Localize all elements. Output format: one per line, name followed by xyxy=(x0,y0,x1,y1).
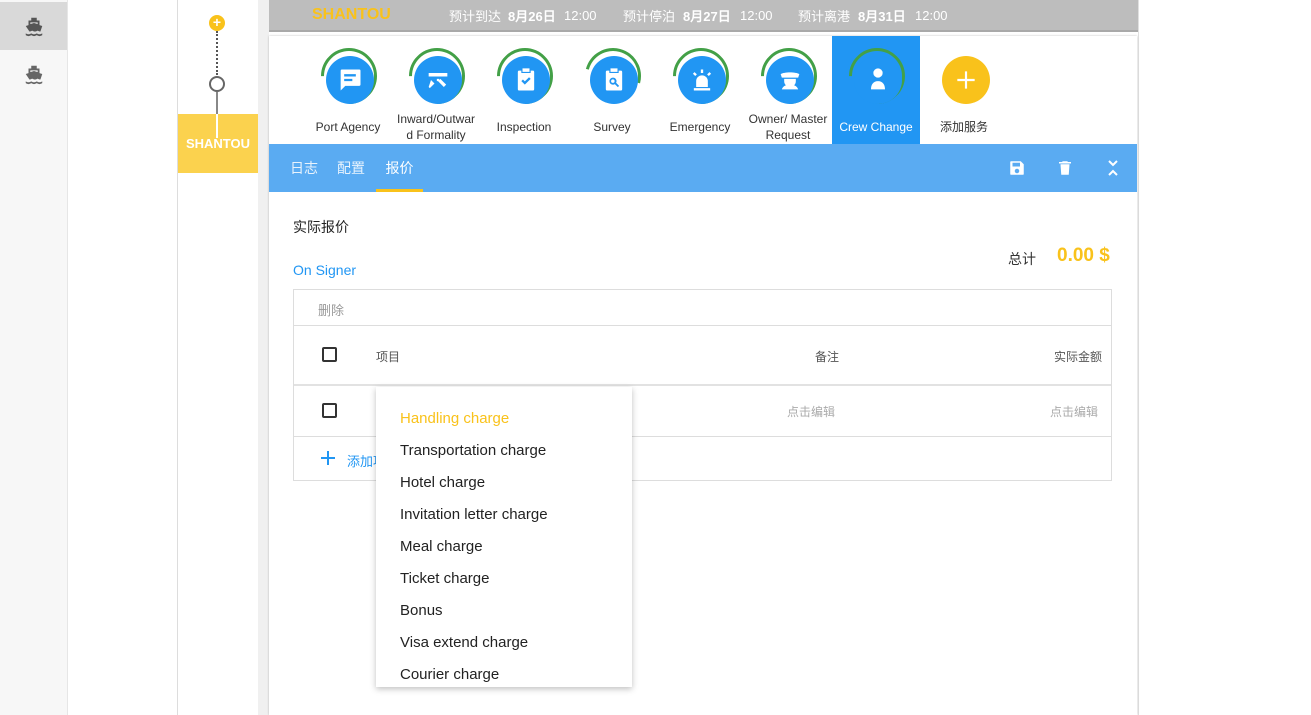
spacer xyxy=(68,0,176,715)
service-label: 添加服务 xyxy=(939,120,988,134)
eta-time: 12:00 xyxy=(564,7,597,23)
service-label-line1: Owner/ Master xyxy=(748,112,828,126)
chat-list-icon xyxy=(326,56,374,104)
service-port-agency[interactable]: Port Agency xyxy=(304,36,392,144)
timeline-dotted-line xyxy=(216,31,218,75)
ship-icon xyxy=(25,17,42,37)
section-on-signer: On Signer xyxy=(293,262,357,278)
select-all-checkbox[interactable] xyxy=(322,347,337,362)
add-service-button[interactable]: 添加服务 xyxy=(920,36,1008,144)
service-emergency[interactable]: Emergency xyxy=(656,36,744,144)
timeline-port-shantou[interactable]: SHANTOU xyxy=(178,114,258,173)
service-label-line1: Inward/Outwar xyxy=(396,112,476,126)
plus-icon xyxy=(942,56,990,104)
trash-icon xyxy=(1059,161,1071,175)
tools-icon xyxy=(414,56,462,104)
charge-dropdown-menu: Handling charge Transportation charge Ho… xyxy=(376,387,632,687)
remark-cell[interactable]: 点击编辑 xyxy=(787,403,835,420)
dropdown-item-hotel[interactable]: Hotel charge xyxy=(400,467,485,499)
add-row-button[interactable] xyxy=(320,450,336,471)
service-inward-outward[interactable]: Inward/Outwar d Formality xyxy=(392,36,480,144)
port-schedule-bar: SHANTOU 预计到达 8月26日 12:00 预计停泊 8月27日 12:0… xyxy=(269,0,1138,32)
col-remark-header: 备注 xyxy=(815,350,840,364)
right-gutter xyxy=(1138,0,1311,715)
dropdown-item-bonus[interactable]: Bonus xyxy=(400,595,443,627)
etd-time: 12:00 xyxy=(915,7,948,23)
quote-title: 实际报价 xyxy=(293,219,349,235)
dropdown-item-transportation[interactable]: Transportation charge xyxy=(400,435,546,467)
etd-date: 8月31日 xyxy=(858,8,906,24)
ship-icon xyxy=(25,65,42,85)
service-survey[interactable]: Survey xyxy=(568,36,656,144)
dropdown-item-handling[interactable]: Handling charge xyxy=(400,403,509,435)
service-inspection[interactable]: Inspection xyxy=(480,36,568,144)
dropdown-item-invitation[interactable]: Invitation letter charge xyxy=(400,499,548,531)
service-crew-change[interactable]: Crew Change xyxy=(832,36,920,144)
divider xyxy=(294,325,1111,326)
save-icon xyxy=(1010,161,1024,175)
service-label-line2: d Formality xyxy=(406,128,466,142)
save-button[interactable] xyxy=(1007,158,1027,178)
service-label: Survey xyxy=(593,120,631,134)
add-row-label[interactable]: 添加项 xyxy=(347,451,377,470)
service-label: Port Agency xyxy=(315,120,381,134)
add-port-icon[interactable]: + xyxy=(209,15,225,31)
etb-time: 12:00 xyxy=(740,7,773,23)
amount-cell[interactable]: 点击编辑 xyxy=(1050,403,1098,420)
total-label: 总计 xyxy=(1008,251,1036,267)
delete-selected-button[interactable]: 删除 xyxy=(318,300,344,319)
service-label: Inspection xyxy=(496,120,552,134)
left-rail xyxy=(0,0,68,715)
gutter xyxy=(258,0,269,715)
crew-change-icon xyxy=(854,56,902,104)
dropdown-item-meal[interactable]: Meal charge xyxy=(400,531,483,563)
col-item-header: 项目 xyxy=(376,350,401,364)
total-value: 0.00 $ xyxy=(1057,245,1110,266)
clipboard-check-icon xyxy=(502,56,550,104)
delete-button[interactable] xyxy=(1055,158,1075,178)
etd-label: 预计离港 xyxy=(798,8,851,24)
captain-icon xyxy=(766,56,814,104)
row-checkbox[interactable] xyxy=(322,403,337,418)
timeline-node[interactable] xyxy=(209,76,225,92)
vessel-nav-button[interactable] xyxy=(0,2,67,50)
service-label-line2: Request xyxy=(765,128,811,142)
service-label: Crew Change xyxy=(839,120,913,134)
service-owner-master-request[interactable]: Owner/ Master Request xyxy=(744,36,832,144)
timeline-line xyxy=(216,92,218,116)
timeline-line-inner xyxy=(216,114,218,138)
dropdown-item-courier[interactable]: Courier charge xyxy=(400,659,499,691)
divider xyxy=(294,384,1111,386)
dropdown-item-ticket[interactable]: Ticket charge xyxy=(400,563,489,595)
tab-config[interactable]: 配置 xyxy=(337,144,365,192)
eta-label: 预计到达 xyxy=(449,8,502,24)
service-label: Emergency xyxy=(669,120,731,134)
port-name: SHANTOU xyxy=(312,6,391,23)
plus-icon xyxy=(321,451,335,465)
tab-quote[interactable]: 报价 xyxy=(376,144,423,192)
etb-date: 8月27日 xyxy=(683,8,731,24)
dropdown-item-visa[interactable]: Visa extend charge xyxy=(400,627,528,659)
col-amount-header: 实际金额 xyxy=(1054,350,1103,364)
vessel-nav-button-2[interactable] xyxy=(0,50,67,98)
collapse-button[interactable] xyxy=(1103,158,1123,178)
etb-label: 预计停泊 xyxy=(623,8,676,24)
eta-date: 8月26日 xyxy=(508,8,556,24)
clipboard-search-icon xyxy=(590,56,638,104)
port-timeline: + SHANTOU xyxy=(177,0,259,715)
tab-log[interactable]: 日志 xyxy=(290,144,318,192)
collapse-icon xyxy=(1108,160,1118,176)
siren-icon xyxy=(678,56,726,104)
